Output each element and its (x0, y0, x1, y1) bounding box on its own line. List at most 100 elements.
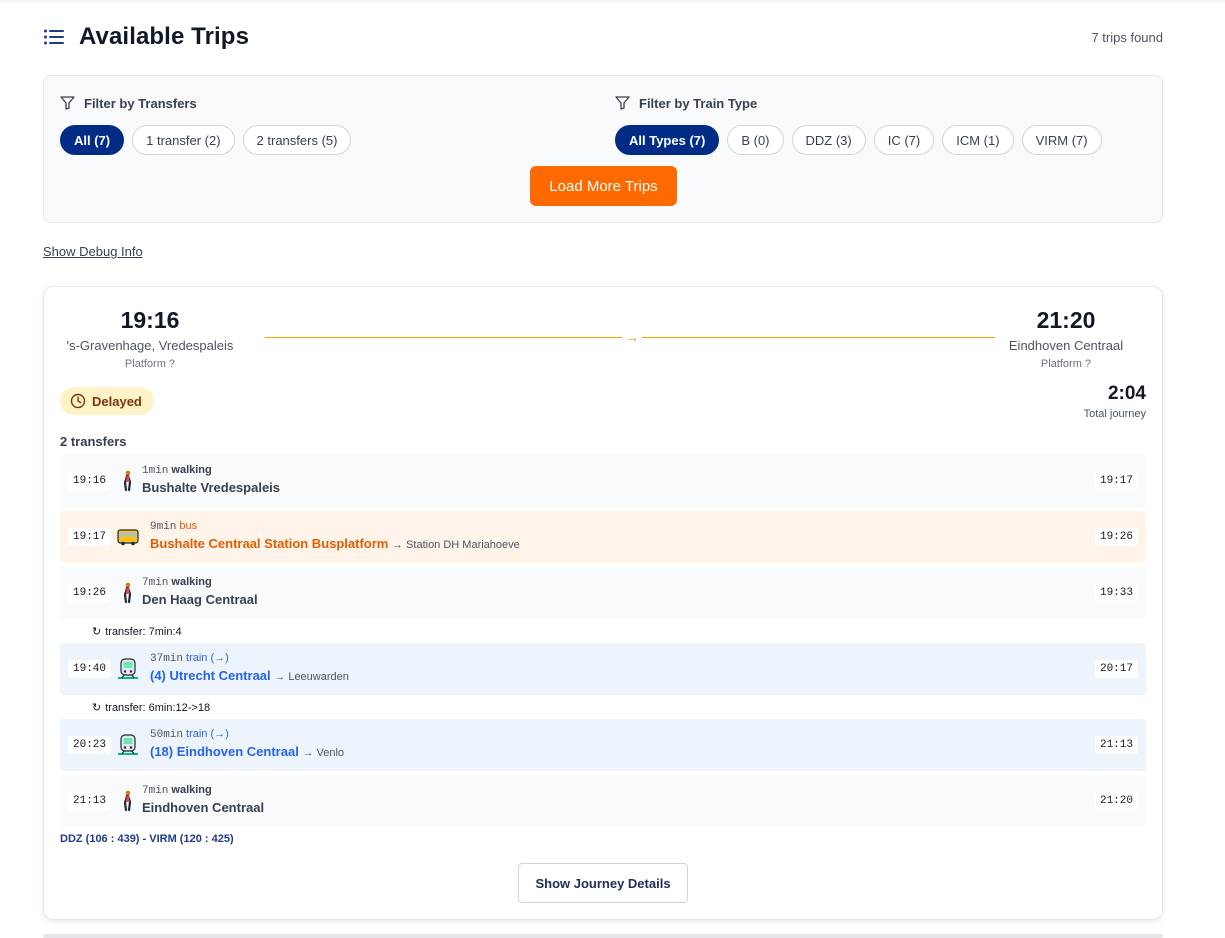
leg-mode: bus (179, 520, 198, 532)
departure: 19:16 's-Gravenhage, Vredespaleis Platfo… (60, 307, 240, 370)
leg-end-time: 19:33 (1094, 584, 1138, 602)
transfers-filter-text: Filter by Transfers (84, 95, 197, 111)
leg-duration: 7min (142, 785, 169, 797)
transfer-note: ↻ transfer: 6min:12->18 (92, 701, 211, 715)
leg-info: 1min walking Bushalte Vredespaleis (142, 464, 280, 495)
train-icon (116, 733, 140, 757)
leg-info: 7min walking Eindhoven Centraal (142, 784, 264, 815)
transfers-chips: All (7) 1 transfer (2) 2 transfers (5) (60, 125, 359, 155)
leg-direction: → Station DH Mariahoeve (392, 539, 520, 551)
bus-icon (116, 525, 140, 549)
leg-walk: 21:13 7min walking Eindhoven Centraal 21:… (60, 775, 1146, 827)
leg-duration: 37min (150, 653, 184, 665)
show-debug-link[interactable]: Show Debug Info (43, 244, 143, 259)
train-type-chips: All Types (7) B (0) DDZ (3) IC (7) ICM (… (615, 125, 1110, 155)
top-shadow (0, 0, 1225, 4)
transfer-cycle-icon: ↻ (92, 626, 102, 638)
status-text: Delayed (92, 393, 142, 409)
chip-transfers-1[interactable]: 1 transfer (2) (132, 125, 235, 155)
trip-count: 7 trips found (1091, 29, 1163, 45)
leg-walk: 19:26 7min walking Den Haag Centraal 19:3… (60, 567, 1146, 619)
leg-end-time: 21:20 (1094, 792, 1138, 810)
arrival-station: Eindhoven Centraal (1008, 338, 1124, 353)
train-type-filter-text: Filter by Train Type (639, 95, 758, 111)
leg-duration: 7min (142, 577, 169, 589)
walking-person-icon (116, 581, 140, 605)
walking-person-icon (116, 469, 140, 493)
leg-end-time: 19:26 (1094, 528, 1138, 546)
chip-type-b[interactable]: B (0) (727, 125, 784, 155)
leg-mode: train (→) (186, 728, 229, 740)
chip-type-ic[interactable]: IC (7) (873, 125, 935, 155)
transfers-filter: Filter by Transfers All (7) 1 transfer (… (60, 94, 359, 155)
load-more-button[interactable]: Load More Trips (530, 166, 677, 206)
walking-person-icon (116, 789, 140, 813)
leg-stop: Bushalte Vredespaleis (142, 480, 281, 495)
filter-panel: Filter by Transfers All (7) 1 transfer (… (43, 75, 1163, 223)
arrival: 21:20 Eindhoven Centraal Platform ? (986, 307, 1146, 370)
clock-icon (70, 393, 86, 409)
status-badge: Delayed (60, 387, 154, 415)
leg-duration: 9min (150, 521, 177, 533)
page-title: Available Trips (79, 23, 250, 50)
next-card-edge (43, 934, 1163, 938)
journey-duration: 2:04 Total journey (1084, 383, 1146, 420)
leg-start-time: 19:16 (68, 472, 112, 490)
leg-start-time: 21:13 (68, 792, 112, 810)
leg-mode: walking (171, 464, 212, 476)
departure-time: 19:16 (120, 307, 180, 333)
leg-stop: Eindhoven Centraal (142, 800, 265, 815)
leg-duration: 50min (150, 729, 184, 741)
train-composition: DDZ (106 : 439) - VIRM (120 : 425) (60, 833, 234, 845)
list-icon (43, 28, 65, 46)
arrival-time: 21:20 (1036, 307, 1096, 333)
duration-value: 2:04 (1107, 383, 1146, 404)
leg-train: 20:23 50min train (→) (18) Eindhoven Cent… (60, 719, 1146, 771)
title-wrap: Available Trips (43, 23, 249, 51)
leg-start-time: 19:26 (68, 584, 112, 602)
trips-header: Available Trips 7 trips found (43, 22, 1163, 52)
leg-stop: Den Haag Centraal (142, 592, 258, 607)
arrow-right-icon: → (622, 328, 642, 346)
leg-train: 19:40 37min train (→) (4) Utrecht Centraa… (60, 643, 1146, 695)
leg-mode: walking (171, 784, 212, 796)
leg-walk: 19:16 1min walking Bushalte Vredespaleis … (60, 455, 1146, 507)
leg-end-time: 20:17 (1094, 660, 1138, 678)
transfer-note: ↻ transfer: 7min:4 (92, 625, 182, 639)
chip-transfers-all[interactable]: All (7) (60, 125, 125, 155)
leg-start-time: 19:17 (68, 528, 112, 546)
leg-end-time: 19:17 (1094, 472, 1138, 490)
chip-type-ddz[interactable]: DDZ (3) (791, 125, 866, 155)
trip-card: 19:16 's-Gravenhage, Vredespaleis Platfo… (43, 286, 1163, 920)
train-type-filter: Filter by Train Type All Types (7) B (0)… (615, 94, 1110, 155)
leg-stop: Bushalte Centraal Station Busplatform (150, 536, 389, 551)
transfers-filter-label: Filter by Transfers (60, 94, 359, 112)
chip-type-virm[interactable]: VIRM (7) (1021, 125, 1102, 155)
leg-end-time: 21:13 (1094, 736, 1138, 754)
leg-stop: (4) Utrecht Centraal (150, 668, 271, 683)
chip-type-icm[interactable]: ICM (1) (942, 125, 1014, 155)
leg-info: 7min walking Den Haag Centraal (142, 576, 258, 607)
leg-direction: → Venlo (302, 747, 345, 759)
leg-direction: → Leeuwarden (274, 671, 349, 683)
show-journey-details-button[interactable]: Show Journey Details (518, 863, 688, 903)
transfer-note-text: transfer: 6min:12->18 (105, 701, 211, 714)
chip-type-all[interactable]: All Types (7) (615, 125, 720, 155)
leg-start-time: 19:40 (68, 660, 112, 678)
transfer-note-text: transfer: 7min:4 (105, 625, 182, 638)
transfers-count: 2 transfers (60, 434, 127, 449)
leg-bus: 19:17 9min bus Bushalte Centraal Station … (60, 511, 1146, 563)
leg-mode: walking (171, 576, 212, 588)
leg-info: 37min train (→) (4) Utrecht Centraal → Le… (150, 652, 349, 683)
leg-info: 9min bus Bushalte Centraal Station Buspla… (150, 520, 520, 551)
departure-platform: Platform ? (124, 358, 176, 370)
chip-transfers-2[interactable]: 2 transfers (5) (242, 125, 352, 155)
transfer-cycle-icon: ↻ (92, 702, 102, 714)
leg-start-time: 20:23 (68, 736, 112, 754)
leg-duration: 1min (142, 465, 169, 477)
arrival-platform: Platform ? (1040, 358, 1092, 370)
leg-mode: train (→) (186, 652, 229, 664)
leg-stop: (18) Eindhoven Centraal (150, 744, 299, 759)
train-type-filter-label: Filter by Train Type (615, 94, 1110, 112)
duration-label: Total journey (1083, 408, 1146, 420)
